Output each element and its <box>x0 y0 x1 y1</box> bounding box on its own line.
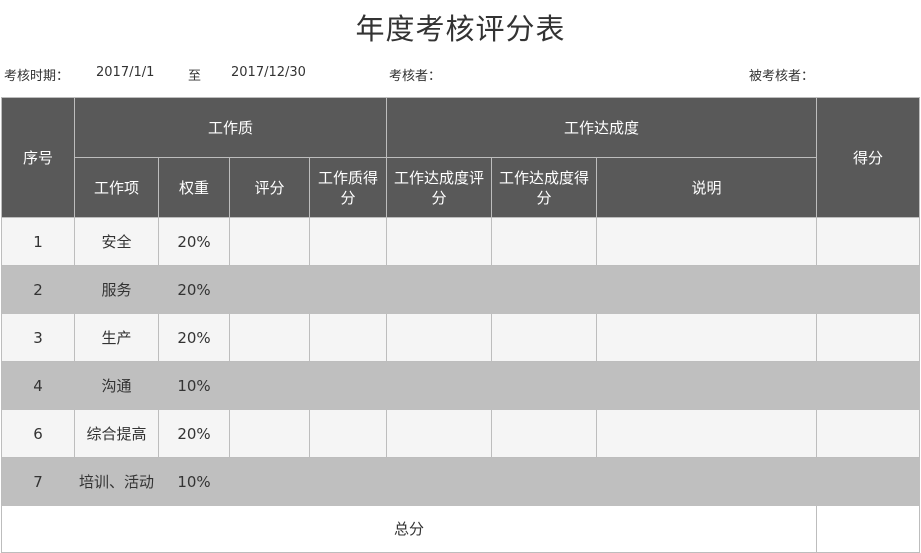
quality-score-cell[interactable] <box>308 457 388 506</box>
row-item: 安全 <box>74 217 159 266</box>
row-weight: 10% <box>158 457 230 506</box>
notes-cell[interactable] <box>596 457 818 506</box>
header-work-item: 工作项 <box>74 157 159 218</box>
row-weight: 10% <box>158 361 230 410</box>
table-row: 4 沟通 10% <box>1 361 921 410</box>
header-score: 得分 <box>816 97 921 218</box>
quality-score-cell[interactable] <box>308 409 388 458</box>
header-quality-group: 工作质 <box>73 97 388 158</box>
header-achievement-group: 工作达成度 <box>386 97 818 158</box>
quality-score-cell[interactable] <box>308 265 388 314</box>
row-weight: 20% <box>158 265 230 314</box>
assessor-label: 考核者： <box>389 69 442 84</box>
achievement-rating-cell[interactable] <box>386 313 493 362</box>
rating-cell[interactable] <box>229 457 310 506</box>
table-row: 6 综合提高 20% <box>1 409 921 458</box>
header-quality-score: 工作质得分 <box>308 157 388 218</box>
table-row: 1 安全 20% <box>1 217 921 266</box>
quality-score-cell[interactable] <box>308 313 388 362</box>
header-achievement-score: 工作达成度得分 <box>491 157 598 218</box>
achievement-rating-cell[interactable] <box>386 457 493 506</box>
assessee-label: 被考核者： <box>749 69 815 84</box>
rating-cell[interactable] <box>229 217 310 266</box>
row-weight: 20% <box>158 409 230 458</box>
achievement-score-cell[interactable] <box>491 361 598 410</box>
notes-cell[interactable] <box>596 313 818 362</box>
row-seq: 1 <box>1 217 75 266</box>
page-title: 年度考核评分表 <box>355 12 566 46</box>
score-cell[interactable] <box>816 217 921 266</box>
score-cell[interactable] <box>816 265 921 314</box>
quality-score-cell[interactable] <box>308 361 388 410</box>
header-weight: 权重 <box>158 157 230 218</box>
row-seq: 7 <box>1 457 75 506</box>
total-label: 总分 <box>0 505 818 553</box>
total-score-cell[interactable] <box>816 505 921 553</box>
notes-cell[interactable] <box>596 265 818 314</box>
achievement-score-cell[interactable] <box>491 265 598 314</box>
achievement-rating-cell[interactable] <box>386 217 493 266</box>
achievement-score-cell[interactable] <box>491 313 598 362</box>
period-label: 考核时期： <box>4 69 70 84</box>
total-row: 总分 <box>0 505 921 553</box>
notes-cell[interactable] <box>596 217 818 266</box>
rating-cell[interactable] <box>229 313 310 362</box>
row-item: 生产 <box>74 313 159 362</box>
header-notes: 说明 <box>596 157 818 218</box>
rating-cell[interactable] <box>229 409 310 458</box>
row-item: 服务 <box>74 265 159 314</box>
row-item: 培训、活动 <box>74 457 159 506</box>
achievement-rating-cell[interactable] <box>386 361 493 410</box>
achievement-rating-cell[interactable] <box>386 409 493 458</box>
achievement-score-cell[interactable] <box>491 217 598 266</box>
table-row: 2 服务 20% <box>1 265 921 314</box>
score-cell[interactable] <box>816 409 921 458</box>
rating-cell[interactable] <box>229 265 310 314</box>
period-end-date: 2017/12/30 <box>231 65 306 80</box>
row-weight: 20% <box>158 313 230 362</box>
score-cell[interactable] <box>816 313 921 362</box>
header-achievement-rating: 工作达成度评分 <box>386 157 493 218</box>
period-start-date: 2017/1/1 <box>96 65 155 80</box>
achievement-score-cell[interactable] <box>491 409 598 458</box>
quality-score-cell[interactable] <box>308 217 388 266</box>
score-cell[interactable] <box>816 361 921 410</box>
row-seq: 3 <box>1 313 75 362</box>
notes-cell[interactable] <box>596 409 818 458</box>
rating-cell[interactable] <box>229 361 310 410</box>
achievement-score-cell[interactable] <box>491 457 598 506</box>
row-item: 沟通 <box>74 361 159 410</box>
header-seq: 序号 <box>1 97 75 218</box>
period-to-label: 至 <box>188 69 202 84</box>
table-row: 7 培训、活动 10% <box>1 457 921 506</box>
row-seq: 2 <box>1 265 75 314</box>
achievement-rating-cell[interactable] <box>386 265 493 314</box>
header-rating: 评分 <box>229 157 310 218</box>
notes-cell[interactable] <box>596 361 818 410</box>
table-row: 3 生产 20% <box>1 313 921 362</box>
row-seq: 6 <box>1 409 75 458</box>
row-weight: 20% <box>158 217 230 266</box>
row-item: 综合提高 <box>74 409 159 458</box>
score-cell[interactable] <box>816 457 921 506</box>
score-table: 序号 工作质 工作达成度 得分 工作项 权重 评分 工作质得分 工作达成度评分 … <box>0 97 921 553</box>
row-seq: 4 <box>1 361 75 410</box>
